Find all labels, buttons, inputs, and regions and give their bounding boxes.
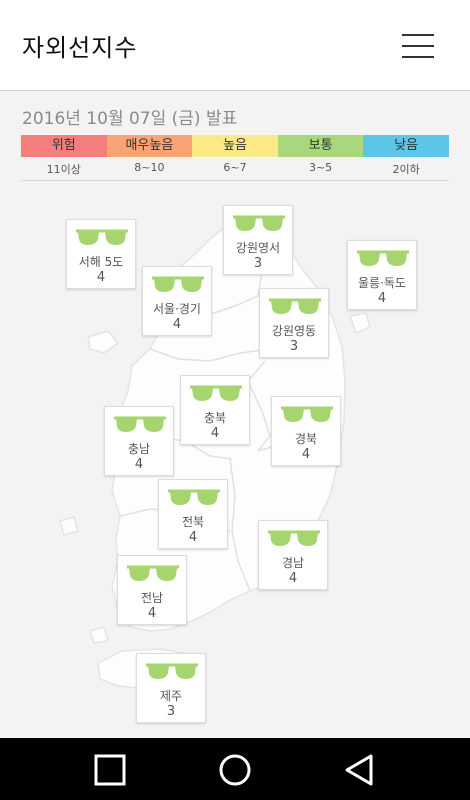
- region-value: 3: [253, 256, 263, 271]
- page-title: 자외선지수: [22, 34, 138, 62]
- region-card-jeju[interactable]: 제주 3: [136, 653, 206, 723]
- sunglasses-icon: [268, 530, 320, 546]
- region-value: 4: [288, 571, 298, 586]
- sunglasses-icon: [152, 276, 204, 292]
- island-shape: [87, 330, 119, 354]
- region-name: 충남: [127, 442, 151, 456]
- sunglasses-icon: [233, 215, 285, 231]
- region-name: 전남: [140, 591, 164, 605]
- region-name: 경남: [281, 556, 305, 570]
- region-value: 4: [96, 270, 106, 285]
- region-card-chungbuk[interactable]: 충북 4: [180, 375, 250, 445]
- region-value: 4: [377, 291, 387, 306]
- region-value: 4: [147, 606, 157, 621]
- region-card-gyeongnam[interactable]: 경남 4: [258, 520, 328, 590]
- region-value: 4: [301, 447, 311, 462]
- region-name: 충북: [203, 411, 227, 425]
- recent-apps-icon[interactable]: [88, 748, 132, 792]
- region-value: 4: [172, 317, 182, 332]
- island-shape: [89, 626, 109, 644]
- sunglasses-icon: [114, 416, 166, 432]
- hamburger-menu-icon[interactable]: [392, 28, 442, 64]
- region-card-jeonnam[interactable]: 전남 4: [117, 555, 187, 625]
- region-name: 경북: [294, 432, 318, 446]
- sunglasses-icon: [146, 663, 198, 679]
- sunglasses-icon: [357, 250, 409, 266]
- back-icon[interactable]: [338, 748, 382, 792]
- region-name: 제주: [159, 689, 183, 703]
- sunglasses-icon: [269, 298, 321, 314]
- region-card-ulleung[interactable]: 울릉·독도 4: [347, 240, 417, 310]
- sunglasses-icon: [190, 385, 242, 401]
- sunglasses-icon: [168, 489, 220, 505]
- region-value: 3: [289, 339, 299, 354]
- region-value: 4: [134, 457, 144, 472]
- sunglasses-icon: [127, 565, 179, 581]
- region-card-chungnam[interactable]: 충남 4: [104, 406, 174, 476]
- uv-content: 2016년 10월 07일 (금) 발표 위험 매우높음 높음 보통 낮음 11…: [0, 91, 470, 738]
- android-nav-bar: [0, 738, 470, 800]
- region-card-jeonbuk[interactable]: 전북 4: [158, 479, 228, 549]
- app-header: 자외선지수: [0, 0, 470, 91]
- home-icon[interactable]: [213, 748, 257, 792]
- island-shape: [59, 516, 79, 536]
- region-name: 강원영서: [235, 241, 281, 255]
- region-card-gyeongbuk[interactable]: 경북 4: [271, 396, 341, 466]
- region-card-gangwon-east[interactable]: 강원영동 3: [259, 288, 329, 358]
- region-card-gangwon-west[interactable]: 강원영서 3: [223, 205, 293, 275]
- region-value: 3: [166, 704, 176, 719]
- region-name: 전북: [181, 515, 205, 529]
- sunglasses-icon: [76, 229, 128, 245]
- island-shape: [349, 312, 371, 334]
- region-card-seohae[interactable]: 서해 5도 4: [66, 219, 136, 289]
- region-name: 울릉·독도: [358, 276, 406, 290]
- sunglasses-icon: [281, 406, 333, 422]
- region-card-seoul[interactable]: 서울·경기 4: [142, 266, 212, 336]
- region-name: 서울·경기: [153, 302, 201, 316]
- region-value: 4: [210, 426, 220, 441]
- region-value: 4: [188, 530, 198, 545]
- region-name: 강원영동: [271, 324, 317, 338]
- region-name: 서해 5도: [78, 255, 124, 269]
